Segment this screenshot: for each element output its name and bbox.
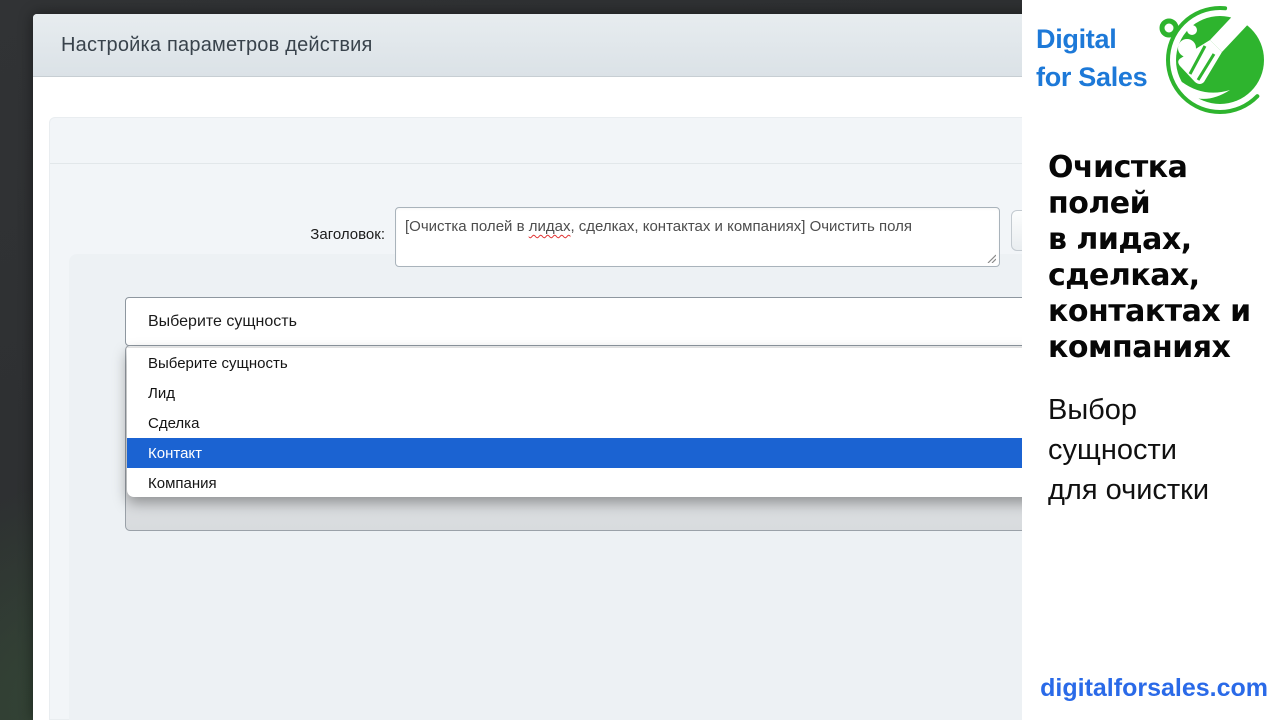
subheading-line: Выбор [1048, 390, 1209, 430]
title-text-misspelled: лидах [529, 218, 571, 235]
title-text-post: , сделках, контактах и компаниях] Очисти… [570, 218, 912, 235]
dropdown-option-deal[interactable]: Сделка [127, 408, 1073, 438]
panel-divider [50, 163, 1039, 164]
title-text-pre: [Очистка полей в [405, 218, 529, 235]
heading-line: полей [1048, 186, 1251, 222]
logo-text: Digital for Sales [1036, 20, 1147, 96]
promo-side-panel: Digital for Sales Очистка полей в лидах,… [1022, 0, 1280, 720]
title-textarea[interactable]: [Очистка полей в лидах, сделках, контакт… [395, 207, 1000, 267]
action-settings-dialog: Настройка параметров действия Заголовок:… [33, 14, 1040, 720]
entity-select[interactable]: Выберите сущность [125, 297, 1073, 346]
logo-line-2: for Sales [1036, 58, 1147, 96]
title-field-label: Заголовок: [213, 226, 385, 243]
textarea-resize-handle[interactable] [986, 253, 996, 263]
subheading-line: сущности [1048, 430, 1209, 470]
heading-line: компаниях [1048, 330, 1251, 366]
dropdown-option-lead[interactable]: Лид [127, 378, 1073, 408]
dialog-title: Настройка параметров действия [61, 34, 373, 57]
panel-subheading: Выбор сущности для очистки [1048, 390, 1209, 510]
dropdown-option-contact[interactable]: Контакт [127, 438, 1073, 468]
heading-line: контактах и [1048, 294, 1251, 330]
dropdown-option-placeholder[interactable]: Выберите сущность [127, 348, 1073, 378]
entity-dropdown-list: Выберите сущность Лид Сделка Контакт Ком… [127, 347, 1073, 497]
heading-line: сделках, [1048, 258, 1251, 294]
logo-line-1: Digital [1036, 20, 1147, 58]
heading-line: Очистка [1048, 150, 1251, 186]
heading-line: в лидах, [1048, 222, 1251, 258]
dialog-header: Настройка параметров действия [33, 14, 1040, 77]
broom-cleaning-icon [1156, 4, 1278, 114]
website-link[interactable]: digitalforsales.com [1040, 674, 1268, 703]
panel-heading: Очистка полей в лидах, сделках, контакта… [1048, 150, 1251, 366]
dropdown-option-company[interactable]: Компания [127, 468, 1073, 497]
entity-select-value: Выберите сущность [148, 313, 297, 331]
subheading-line: для очистки [1048, 470, 1209, 510]
